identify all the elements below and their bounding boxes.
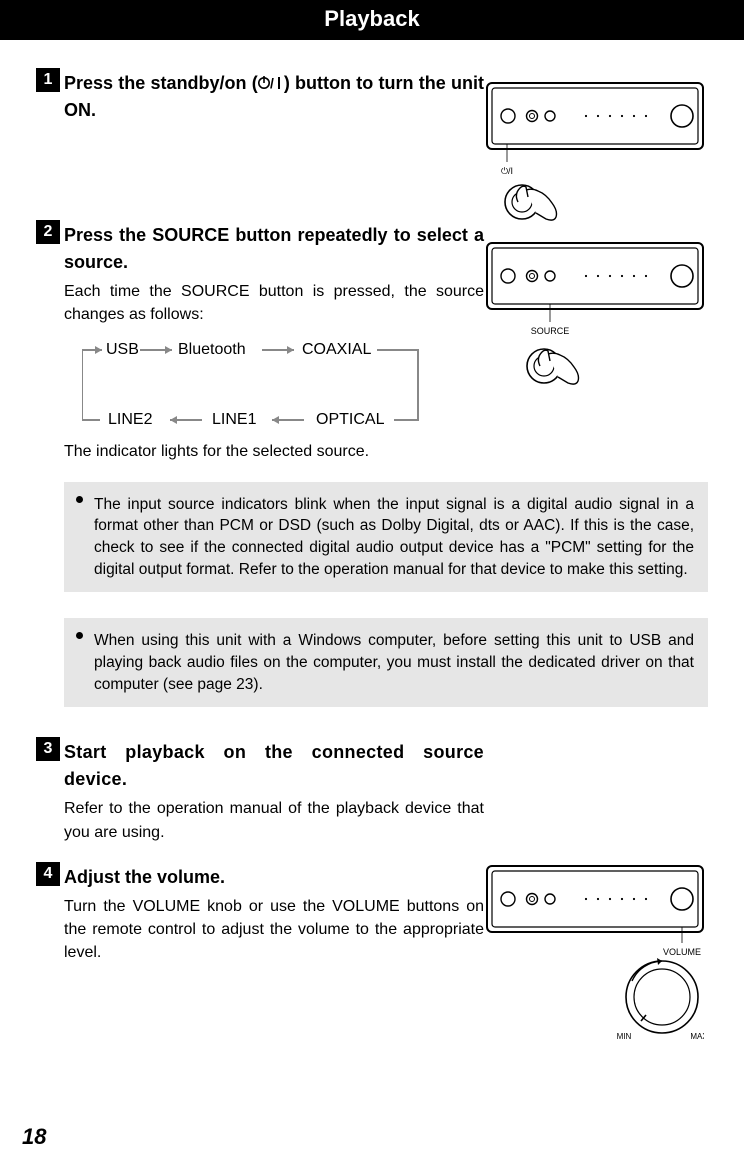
bullet-icon: [76, 496, 83, 503]
step-number-3: 3: [36, 737, 60, 761]
note-box-1: The input source indicators blink when t…: [64, 482, 708, 593]
illustration-volume: VOLUME MIN MAX: [486, 865, 704, 1041]
max-label: MAX: [690, 1032, 704, 1041]
cycle-optical: OPTICAL: [316, 411, 384, 429]
cycle-line2: LINE2: [108, 411, 152, 429]
note-1-text: The input source indicators blink when t…: [94, 496, 694, 578]
step-2-body-1: Each time the SOURCE button is pressed, …: [64, 280, 484, 326]
step-2-body-2: The indicator lights for the selected so…: [64, 440, 484, 463]
step-number-1: 1: [36, 68, 60, 92]
illustration-standby: ⏻/I: [486, 82, 704, 222]
step-number-2: 2: [36, 220, 60, 244]
note-2-text: When using this unit with a Windows comp…: [94, 632, 694, 692]
step-3: 3 Start playback on the connected source…: [64, 737, 708, 843]
cycle-coaxial: COAXIAL: [302, 341, 371, 359]
step-2-heading: Press the SOURCE button repeatedly to se…: [64, 222, 484, 276]
page-title: Playback: [324, 6, 419, 31]
step-4-heading: Adjust the volume.: [64, 864, 484, 891]
step-3-heading: Start playback on the connected source d…: [64, 739, 484, 793]
bullet-icon: [76, 632, 83, 639]
step-1-heading-a: Press the standby/on (: [64, 73, 258, 93]
source-cycle-diagram: USB Bluetooth COAXIAL OPTICAL LINE1 LINE…: [82, 340, 432, 430]
standby-label: ⏻/I: [501, 166, 513, 176]
step-number-4: 4: [36, 862, 60, 886]
illustration-source: SOURCE: [486, 242, 704, 390]
svg-text:/: /: [270, 75, 274, 91]
cycle-line1: LINE1: [212, 411, 256, 429]
page-number: 18: [22, 1124, 46, 1150]
cycle-bluetooth: Bluetooth: [178, 341, 246, 359]
step-4-body: Turn the VOLUME knob or use the VOLUME b…: [64, 895, 484, 965]
step-3-body: Refer to the operation manual of the pla…: [64, 797, 484, 843]
volume-label: VOLUME: [663, 947, 701, 957]
cycle-usb: USB: [106, 341, 139, 359]
note-box-2: When using this unit with a Windows comp…: [64, 618, 708, 707]
step-1-heading: Press the standby/on (/) button to turn …: [64, 70, 484, 124]
page-header: Playback: [0, 0, 744, 40]
source-label: SOURCE: [531, 326, 570, 336]
min-label: MIN: [617, 1032, 632, 1041]
power-icon: /: [258, 75, 284, 91]
